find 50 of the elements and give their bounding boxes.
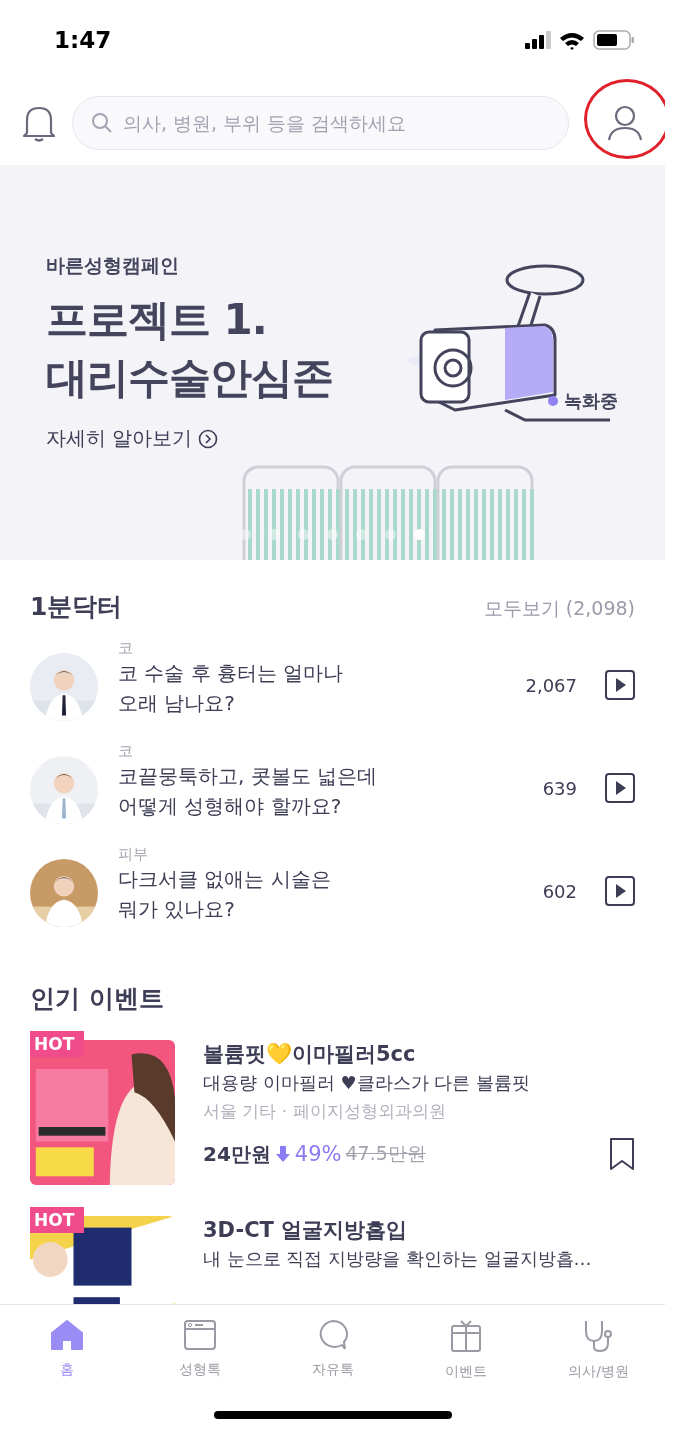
banner-title: 프로젝트 1. 대리수술안심존: [46, 294, 333, 404]
event-location: 서울 기타 · 페이지성형외과의원: [203, 1100, 447, 1123]
page-dot[interactable]: [356, 529, 367, 540]
recording-label: 녹화중: [564, 389, 618, 413]
bookmark-icon[interactable]: [609, 1137, 635, 1171]
chevron-right-icon: [198, 428, 219, 449]
recording-dot: [548, 396, 558, 406]
search-field[interactable]: 의사, 병원, 부위 등을 검색하세요: [72, 95, 569, 150]
learn-more-link[interactable]: 자세히 알아보기: [46, 425, 219, 452]
status-time: 1:47: [54, 27, 112, 53]
category-label: 코: [118, 639, 134, 658]
search-input[interactable]: 의사, 병원, 부위 등을 검색하세요: [121, 110, 550, 135]
event-price: 24만원: [203, 1140, 271, 1168]
page-dot[interactable]: [269, 529, 280, 540]
play-icon[interactable]: [605, 876, 635, 906]
hot-badge: HOT: [30, 1207, 85, 1233]
page-dot[interactable]: [298, 529, 309, 540]
view-count: 639: [542, 778, 577, 799]
battery-icon: [593, 30, 635, 50]
down-arrow-icon: [274, 1145, 291, 1163]
banner-eyebrow: 바른성형캠페인: [46, 253, 180, 278]
gift-icon: [448, 1319, 483, 1353]
question-text[interactable]: 코 수술 후 흉터는 얼마나 오래 남나요?: [118, 658, 506, 718]
view-count: 602: [542, 881, 577, 902]
category-label: 코: [118, 742, 134, 761]
original-price: 47.5만원: [345, 1141, 426, 1166]
event-title[interactable]: 볼륨핏💛이마필러5cc: [203, 1039, 635, 1069]
person-icon: [607, 103, 643, 142]
page-dot[interactable]: [385, 529, 396, 540]
event-subtitle: 내 눈으로 직접 지방량을 확인하는 얼굴지방흡…: [203, 1247, 593, 1271]
play-icon[interactable]: [605, 773, 635, 803]
section-title: 1분닥터: [30, 591, 123, 623]
category-label: 피부: [118, 845, 149, 864]
hot-badge: HOT: [30, 1031, 85, 1057]
question-text[interactable]: 다크서클 없애는 시술은 뭐가 있나요?: [118, 864, 523, 924]
page-dot[interactable]: [327, 529, 338, 540]
search-icon: [91, 111, 113, 134]
board-icon: [182, 1319, 217, 1351]
signal-icon: [525, 31, 551, 49]
page-dot[interactable]: [240, 529, 251, 540]
view-count: 2,067: [525, 675, 577, 696]
section-title: 인기 이벤트: [30, 983, 164, 1015]
event-subtitle: 대용량 이마필러 ♥클라스가 다른 볼륨핏: [203, 1071, 532, 1095]
discount-rate: 49%: [294, 1142, 342, 1166]
play-icon[interactable]: [605, 670, 635, 700]
home-icon: [49, 1319, 84, 1351]
wifi-icon: [559, 30, 585, 50]
page-dot[interactable]: [414, 529, 425, 540]
event-title[interactable]: 3D-CT 얼굴지방흡입: [203, 1215, 635, 1245]
question-text[interactable]: 코끝뭉툭하고, 콧볼도 넓은데 어떻게 성형해야 할까요?: [118, 761, 523, 821]
